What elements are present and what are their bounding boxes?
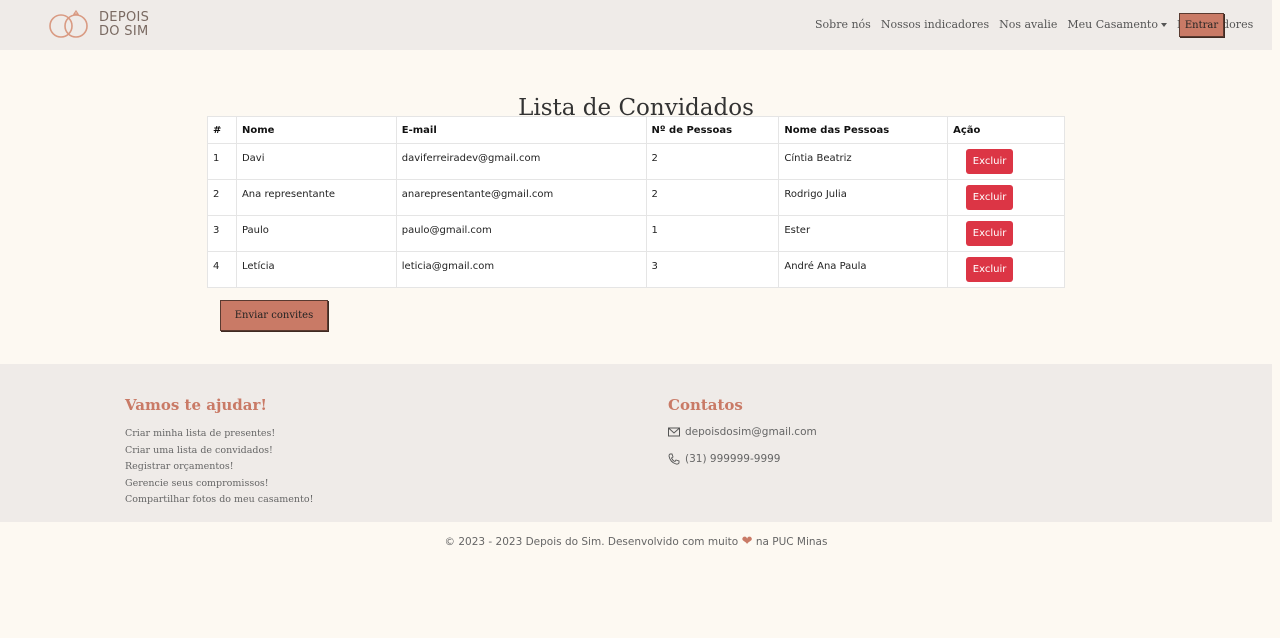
phone-icon bbox=[668, 453, 680, 465]
copyright-suffix: na PUC Minas bbox=[755, 536, 828, 548]
cell-people-count: 1 bbox=[645, 215, 780, 252]
cell-number: 4 bbox=[207, 251, 237, 288]
table-row: 3 Paulo paulo@gmail.com 1 Ester Excluir bbox=[207, 215, 1065, 252]
send-invites-button[interactable]: Enviar convites bbox=[220, 300, 328, 331]
login-button[interactable]: Entrar bbox=[1179, 13, 1224, 37]
cell-people-names: Rodrigo Julia bbox=[778, 179, 949, 216]
cell-email: paulo@gmail.com bbox=[395, 215, 647, 252]
cell-people-names: Ester bbox=[778, 215, 949, 252]
nav-nossos-indicadores[interactable]: Nossos indicadores bbox=[881, 18, 989, 31]
guest-table: # Nome E-mail Nº de Pessoas Nome das Pes… bbox=[207, 116, 1065, 288]
cell-action: Excluir bbox=[947, 143, 1065, 180]
delete-button[interactable]: Excluir bbox=[966, 185, 1014, 210]
delete-button[interactable]: Excluir bbox=[966, 221, 1014, 246]
cell-email: daviferreiradev@gmail.com bbox=[395, 143, 647, 180]
help-link-budgets[interactable]: Registrar orçamentos! bbox=[125, 459, 313, 476]
help-link-photos[interactable]: Compartilhar fotos do meu casamento! bbox=[125, 492, 313, 509]
table-row: 2 Ana representante anarepresentante@gma… bbox=[207, 179, 1065, 216]
delete-button[interactable]: Excluir bbox=[966, 257, 1014, 282]
cell-email: anarepresentante@gmail.com bbox=[395, 179, 647, 216]
footer: Vamos te ajudar! Criar minha lista de pr… bbox=[0, 364, 1272, 522]
cell-name: Paulo bbox=[235, 215, 397, 252]
cell-action: Excluir bbox=[947, 251, 1065, 288]
help-link-gift-list[interactable]: Criar minha lista de presentes! bbox=[125, 426, 313, 443]
cell-number: 3 bbox=[207, 215, 237, 252]
table-row: 1 Davi daviferreiradev@gmail.com 2 Cínti… bbox=[207, 143, 1065, 180]
cell-people-count: 2 bbox=[645, 179, 780, 216]
help-link-appointments[interactable]: Gerencie seus compromissos! bbox=[125, 476, 313, 493]
help-list: Criar minha lista de presentes! Criar um… bbox=[125, 426, 313, 509]
copyright-text: © 2023 - 2023 Depois do Sim. Desenvolvid… bbox=[444, 536, 739, 548]
nav-meu-casamento-label: Meu Casamento bbox=[1067, 18, 1158, 31]
contact-email-text: depoisdosim@gmail.com bbox=[685, 426, 817, 438]
chevron-down-icon bbox=[1160, 23, 1167, 27]
cell-number: 1 bbox=[207, 143, 237, 180]
contact-email[interactable]: depoisdosim@gmail.com bbox=[668, 426, 817, 438]
help-title: Vamos te ajudar! bbox=[125, 396, 267, 414]
brand-name: DEPOIS DO SIM bbox=[99, 11, 149, 39]
rings-icon bbox=[49, 9, 88, 38]
col-header-name: Nome bbox=[235, 116, 397, 144]
nav-meu-casamento[interactable]: Meu Casamento bbox=[1067, 18, 1167, 31]
delete-button[interactable]: Excluir bbox=[966, 149, 1014, 174]
cell-people-names: André Ana Paula bbox=[778, 251, 949, 288]
col-header-people-names: Nome das Pessoas bbox=[778, 116, 949, 144]
cell-people-names: Cíntia Beatriz bbox=[778, 143, 949, 180]
copyright: © 2023 - 2023 Depois do Sim. Desenvolvid… bbox=[0, 534, 1272, 549]
col-header-number: # bbox=[207, 116, 237, 144]
navbar: DEPOIS DO SIM Sobre nós Nossos indicador… bbox=[0, 0, 1272, 50]
cell-action: Excluir bbox=[947, 179, 1065, 216]
contact-phone[interactable]: (31) 999999-9999 bbox=[668, 453, 780, 465]
nav-sobre-nos[interactable]: Sobre nós bbox=[815, 18, 871, 31]
col-header-email: E-mail bbox=[395, 116, 647, 144]
col-header-action: Ação bbox=[947, 116, 1065, 144]
cell-people-count: 3 bbox=[645, 251, 780, 288]
brand-logo[interactable]: DEPOIS DO SIM bbox=[47, 8, 149, 42]
cell-number: 2 bbox=[207, 179, 237, 216]
cell-name: Davi bbox=[235, 143, 397, 180]
brand-line1: DEPOIS bbox=[99, 10, 150, 25]
brand-line2: DO SIM bbox=[99, 24, 149, 39]
cell-email: leticia@gmail.com bbox=[395, 251, 647, 288]
contact-phone-text: (31) 999999-9999 bbox=[685, 453, 781, 465]
table-header-row: # Nome E-mail Nº de Pessoas Nome das Pes… bbox=[207, 116, 1065, 144]
envelope-icon bbox=[668, 427, 680, 437]
cell-action: Excluir bbox=[947, 215, 1065, 252]
table-row: 4 Letícia leticia@gmail.com 3 André Ana … bbox=[207, 251, 1065, 288]
heart-icon: ❤ bbox=[741, 534, 753, 549]
help-link-guest-list[interactable]: Criar uma lista de convidados! bbox=[125, 443, 313, 460]
contacts-title: Contatos bbox=[668, 396, 743, 414]
cell-name: Letícia bbox=[235, 251, 397, 288]
cell-people-count: 2 bbox=[645, 143, 780, 180]
nav-nos-avalie[interactable]: Nos avalie bbox=[999, 18, 1057, 31]
cell-name: Ana representante bbox=[235, 179, 397, 216]
col-header-people-count: Nº de Pessoas bbox=[645, 116, 780, 144]
